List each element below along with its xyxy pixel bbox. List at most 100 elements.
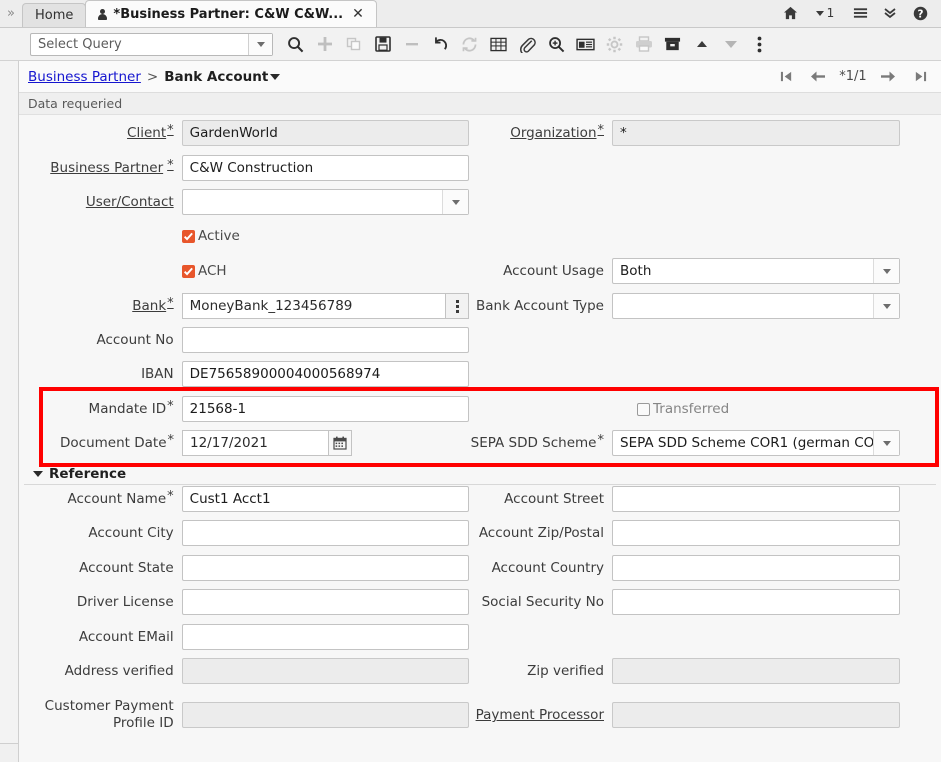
input-account-country[interactable] [612,555,900,581]
chevron-down-icon[interactable] [873,294,899,318]
menu-icon[interactable] [845,0,875,27]
label-account-city: Account City [19,525,174,541]
label-payment-processor: Payment Processor [476,707,604,723]
home-icon[interactable] [775,0,805,27]
required-marker: * [167,296,174,311]
input-bank-account-type[interactable] [612,293,900,319]
chevron-down-icon[interactable] [442,190,468,214]
breadcrumb-parent-link[interactable]: Business Partner [28,69,141,85]
checkbox-ach-box[interactable] [182,264,195,278]
checkbox-active-box[interactable] [182,229,195,243]
save-icon[interactable] [368,30,397,58]
chevron-down-icon[interactable] [270,73,281,80]
input-user-contact[interactable] [181,189,469,215]
input-account-no[interactable] [181,327,469,353]
record-navigation: *1/1 [771,65,941,89]
select-query-value[interactable]: Select Query [31,34,248,55]
input-sepa-sdd-scheme[interactable]: SEPA SDD Scheme COR1 (german CORE [612,430,900,456]
input-social-security-no[interactable] [612,589,900,615]
chevron-down-icon[interactable] [873,431,899,455]
select-query-combo[interactable]: Select Query [30,32,273,56]
checkbox-ach[interactable]: ACH [182,263,227,279]
input-organization[interactable]: * [612,120,900,146]
input-account-zip-postal[interactable] [612,520,900,546]
label-account-city-text: Account City [88,525,174,541]
close-icon[interactable]: ✕ [352,7,364,21]
field-row-bank-account-type: Bank Account Type [476,293,929,319]
label-account-no: Account No [19,332,173,348]
chevron-down-icon[interactable] [873,259,899,283]
copy-record-icon[interactable] [339,30,368,58]
label-business-partner-text: Business Partner [50,160,164,176]
detail-record-icon[interactable] [716,30,745,58]
section-header-reference-label: Reference [49,466,127,482]
input-account-state[interactable] [181,555,469,581]
checkbox-transferred[interactable]: Transferred [637,401,729,417]
archive-icon[interactable] [658,30,687,58]
input-account-city[interactable] [181,520,469,546]
print-icon[interactable] [629,30,658,58]
next-record-button[interactable] [873,65,903,89]
input-driver-license[interactable] [181,589,469,615]
label-document-date: Document Date * [19,433,174,451]
label-business-partner: Business Partner * [19,158,173,176]
attachment-icon[interactable] [513,30,542,58]
calendar-icon[interactable] [328,430,352,456]
required-marker: * [597,123,605,138]
checkbox-transferred-box[interactable] [637,402,650,416]
records-count-button[interactable]: 1 [805,0,845,27]
input-account-usage[interactable]: Both [612,258,900,284]
grid-toggle-icon[interactable] [484,30,513,58]
input-account-street[interactable] [612,486,900,512]
input-business-partner[interactable]: C&W Construction [181,155,469,181]
tab-business-partner[interactable]: *Business Partner: C&W C&W... ✕ [85,0,377,27]
parent-record-icon[interactable] [687,30,716,58]
previous-record-button[interactable] [803,65,833,89]
input-sepa-sdd-scheme-value[interactable]: SEPA SDD Scheme COR1 (german CORE [613,431,873,455]
refresh-icon[interactable] [455,30,484,58]
field-row-user-contact: User/Contact [19,189,469,215]
input-bank-value[interactable]: MoneyBank_123456789 [181,293,445,319]
checkbox-active[interactable]: Active [182,228,240,244]
breadcrumb-current[interactable]: Bank Account [164,69,268,85]
expand-sidebar-icon[interactable]: » [0,0,22,27]
zoom-icon[interactable] [542,30,571,58]
label-zip-verified: Zip verified [479,663,604,679]
search-icon[interactable] [281,30,310,58]
label-iban-text: IBAN [141,366,174,382]
input-document-date-value[interactable]: 12/17/2021 [182,430,328,456]
section-header-reference[interactable]: Reference [33,466,126,482]
preference-icon[interactable] [600,30,629,58]
report-icon[interactable] [571,30,600,58]
input-bank-account-type-value[interactable] [613,294,873,318]
delete-record-icon[interactable] [397,30,426,58]
input-bank[interactable]: MoneyBank_123456789 [181,293,469,319]
input-mandate-id[interactable]: 21568-1 [181,396,469,422]
label-driver-license: Driver License [19,594,174,610]
chevron-down-icon[interactable] [33,471,43,477]
new-record-icon[interactable] [310,30,339,58]
input-client[interactable]: GardenWorld [181,120,469,146]
input-user-contact-value[interactable] [183,190,442,214]
label-account-state-text: Account State [79,560,174,576]
chevron-double-down-icon[interactable] [875,0,905,27]
tab-home[interactable]: Home [22,3,87,27]
more-menu-icon[interactable] [745,30,774,58]
field-row-social-security-no: Social Security No [479,589,929,615]
label-address-verified: Address verified [19,663,174,679]
chevron-down-icon[interactable] [248,33,272,55]
input-document-date[interactable]: 12/17/2021 [182,430,352,456]
input-account-usage-value[interactable]: Both [613,259,873,283]
field-row-zip-verified: Zip verified [479,658,929,684]
input-iban[interactable]: DE75658900004000568974 [181,361,469,387]
undo-icon[interactable] [426,30,455,58]
first-record-button[interactable] [771,65,801,89]
field-row-active: Active [182,223,240,249]
input-customer-payment-profile-id [181,702,469,728]
lookup-icon[interactable] [445,293,469,319]
field-row-account-zip-postal: Account Zip/Postal [479,520,929,546]
input-account-email[interactable] [181,624,469,650]
input-account-name[interactable]: Cust1 Acct1 [181,486,469,512]
help-icon[interactable]: ? [905,0,935,27]
last-record-button[interactable] [905,65,935,89]
